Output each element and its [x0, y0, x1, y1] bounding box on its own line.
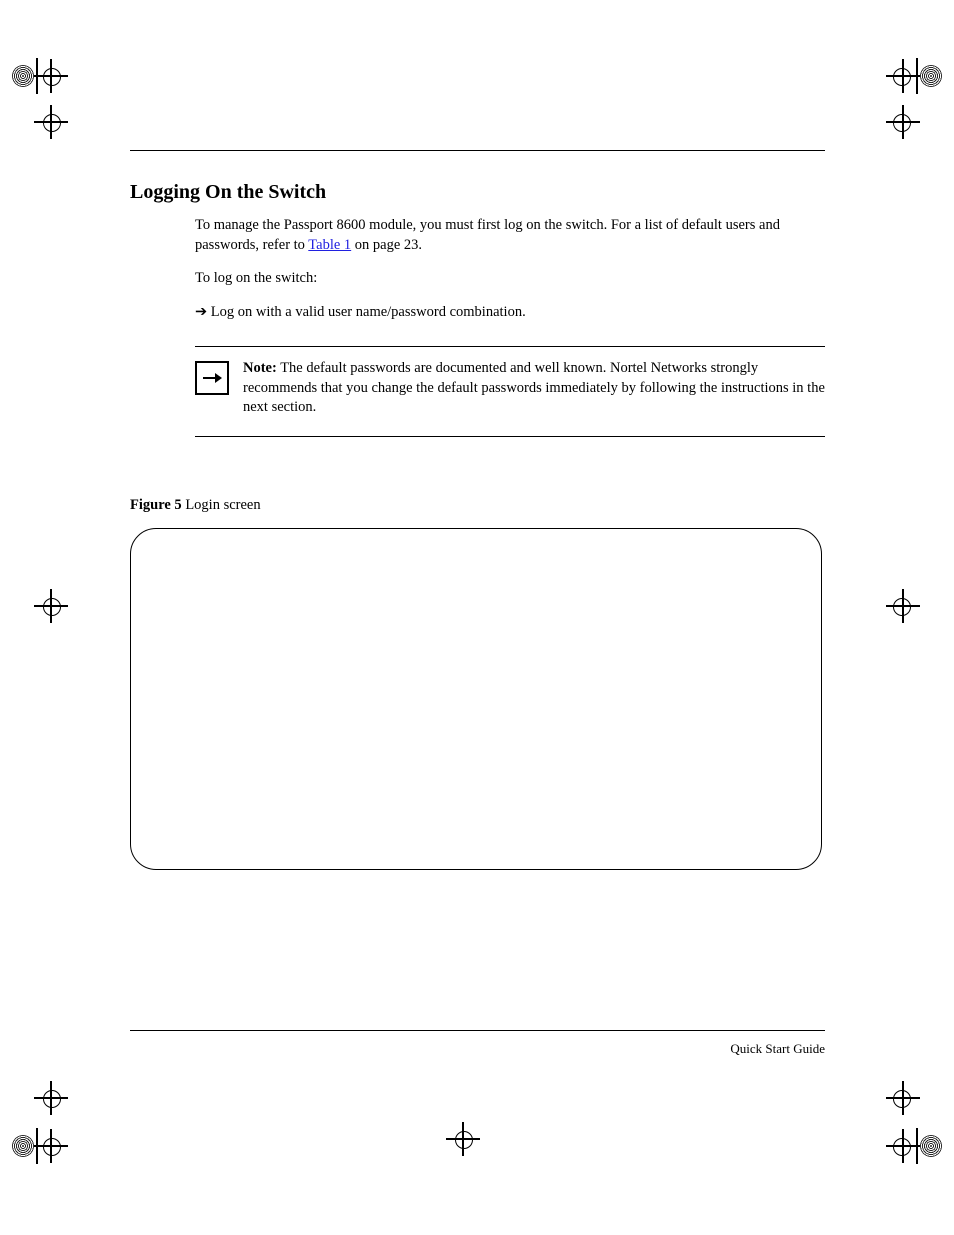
figure-caption: Figure 5 Login screen	[130, 497, 825, 514]
section-heading: Logging On the Switch	[130, 181, 825, 204]
crop-mark	[892, 104, 942, 140]
step-text: Log on with a valid user name/password c…	[211, 304, 526, 320]
figure-label: Figure 5	[130, 497, 182, 513]
figure-caption-text: Login screen	[182, 497, 261, 513]
step-arrow-icon: ➔	[195, 304, 207, 320]
crop-mark	[892, 1128, 942, 1164]
footer-text: Quick Start Guide	[130, 1041, 825, 1057]
note-arrow-icon	[195, 361, 229, 395]
intro-paragraph: To manage the Passport 8600 module, you …	[195, 216, 825, 255]
lead-in-text: To log on the switch:	[195, 269, 825, 289]
step-line: ➔ Log on with a valid user name/password…	[195, 303, 825, 323]
crop-mark	[12, 104, 62, 140]
figure-login-screen	[130, 528, 822, 870]
crop-mark	[12, 1128, 62, 1164]
crop-mark	[452, 1128, 474, 1150]
crop-mark	[892, 1080, 942, 1116]
intro-text-prefix: To manage the Passport 8600 module, you …	[195, 217, 780, 253]
note-text: Note: The default passwords are document…	[243, 359, 825, 418]
note-label: Note:	[243, 360, 277, 376]
table-1-link[interactable]: Table 1	[308, 237, 351, 253]
top-rule	[130, 150, 825, 151]
crop-mark	[892, 58, 942, 94]
note-block: Note: The default passwords are document…	[195, 346, 825, 437]
crop-mark	[12, 1080, 62, 1116]
crop-mark	[12, 588, 62, 624]
crop-mark	[892, 588, 942, 624]
crop-mark	[12, 58, 62, 94]
footer-rule	[130, 1030, 825, 1031]
page-footer: Quick Start Guide	[130, 1030, 825, 1057]
intro-text-suffix: on page 23.	[355, 237, 422, 253]
note-body: The default passwords are documented and…	[243, 360, 825, 415]
